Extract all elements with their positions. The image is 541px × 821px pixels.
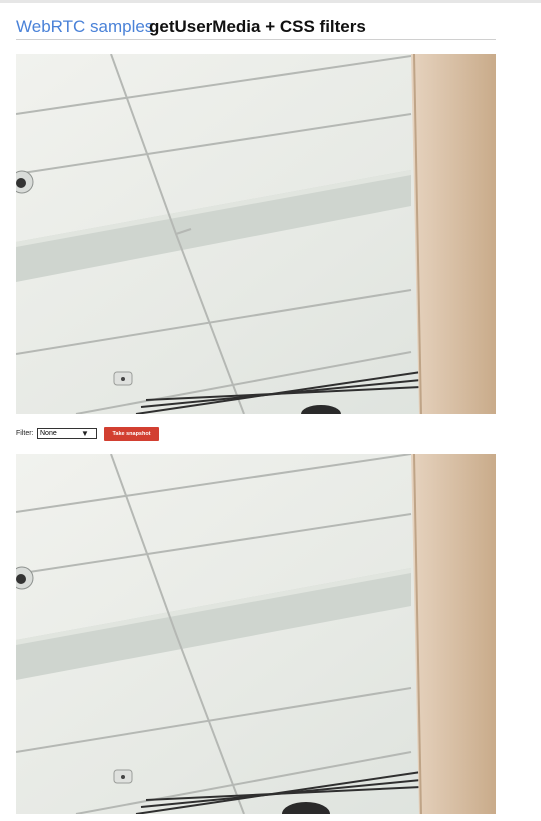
camera-feed-image xyxy=(16,54,496,414)
snapshot-canvas xyxy=(16,454,496,814)
filter-select[interactable]: None xyxy=(37,428,97,439)
page-title: getUserMedia + CSS filters xyxy=(149,17,366,36)
snapshot-image xyxy=(16,454,496,814)
filter-label: Filter: xyxy=(16,430,34,437)
page-header: WebRTC samples getUserMedia + CSS filter… xyxy=(16,15,496,40)
video-preview xyxy=(16,54,496,414)
top-bar xyxy=(0,0,541,3)
webrtc-samples-link[interactable]: WebRTC samples xyxy=(16,17,153,37)
take-snapshot-button[interactable]: Take snapshot xyxy=(104,427,159,441)
